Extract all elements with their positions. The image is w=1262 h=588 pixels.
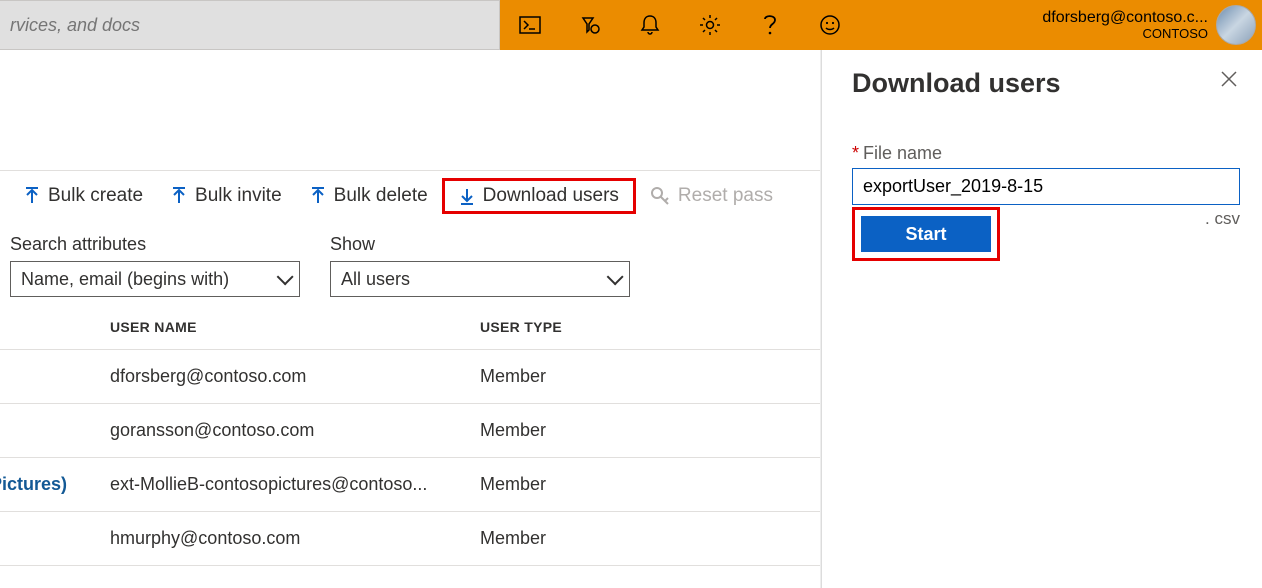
bulk-delete-button[interactable]: Bulk delete <box>296 179 442 213</box>
upload-icon <box>310 187 326 205</box>
file-name-input[interactable] <box>852 168 1240 205</box>
account-email: dforsberg@contoso.c... <box>1042 9 1208 27</box>
search-attributes-filter: Search attributes Name, email (begins wi… <box>10 234 300 297</box>
cloud-shell-icon[interactable] <box>500 0 560 50</box>
bulk-delete-label: Bulk delete <box>334 185 428 207</box>
reset-password-label: Reset pass <box>678 185 773 207</box>
show-filter: Show All users <box>330 234 630 297</box>
account-area[interactable]: dforsberg@contoso.c... CONTOSO <box>1042 0 1262 50</box>
upload-icon <box>171 187 187 205</box>
top-bar: dforsberg@contoso.c... CONTOSO <box>0 0 1262 50</box>
key-icon <box>650 186 670 206</box>
row-usertype: Member <box>480 366 680 387</box>
bulk-invite-button[interactable]: Bulk invite <box>157 179 296 213</box>
start-button[interactable]: Start <box>861 216 991 252</box>
help-icon[interactable] <box>740 0 800 50</box>
search-input[interactable] <box>8 14 491 37</box>
feedback-smiley-icon[interactable] <box>800 0 860 50</box>
panel-title: Download users <box>852 68 1061 99</box>
download-icon <box>459 187 475 205</box>
chevron-down-icon <box>607 269 619 290</box>
col-username[interactable]: USER NAME <box>110 319 480 335</box>
file-name-label: *File name <box>852 143 1240 164</box>
avatar[interactable] <box>1216 5 1256 45</box>
col-usertype[interactable]: USER TYPE <box>480 319 680 335</box>
account-tenant: CONTOSO <box>1042 27 1208 41</box>
close-icon[interactable] <box>1218 68 1240 94</box>
bulk-create-label: Bulk create <box>48 185 143 207</box>
upload-icon <box>24 187 40 205</box>
download-users-label: Download users <box>483 185 619 207</box>
directory-filter-icon[interactable] <box>560 0 620 50</box>
search-attributes-dropdown[interactable]: Name, email (begins with) <box>10 261 300 297</box>
reset-password-button: Reset pass <box>636 179 787 213</box>
download-users-panel: Download users *File name Start . csv <box>821 50 1262 588</box>
file-extension: . csv <box>1205 209 1240 229</box>
row-username: ext-MollieB-contosopictures@contoso... <box>110 474 480 495</box>
row-usertype: Member <box>480 528 680 549</box>
row-usertype: Member <box>480 474 680 495</box>
search-attributes-value: Name, email (begins with) <box>21 269 229 290</box>
topbar-icons <box>500 0 860 50</box>
bulk-invite-label: Bulk invite <box>195 185 282 207</box>
row-username: goransson@contoso.com <box>110 420 480 441</box>
row-username: dforsberg@contoso.com <box>110 366 480 387</box>
bulk-create-button[interactable]: Bulk create <box>10 179 157 213</box>
download-users-button[interactable]: Download users <box>442 178 636 214</box>
search-attributes-label: Search attributes <box>10 234 300 255</box>
start-button-highlight: Start <box>852 207 1000 261</box>
start-button-label: Start <box>905 224 946 245</box>
row-extra[interactable]: o Pictures) <box>0 474 70 495</box>
chevron-down-icon <box>277 269 289 290</box>
show-dropdown[interactable]: All users <box>330 261 630 297</box>
search-box[interactable] <box>0 0 500 50</box>
row-username: hmurphy@contoso.com <box>110 528 480 549</box>
show-value: All users <box>341 269 410 290</box>
settings-gear-icon[interactable] <box>680 0 740 50</box>
notifications-icon[interactable] <box>620 0 680 50</box>
show-label: Show <box>330 234 630 255</box>
row-usertype: Member <box>480 420 680 441</box>
account-text: dforsberg@contoso.c... CONTOSO <box>1042 9 1208 41</box>
